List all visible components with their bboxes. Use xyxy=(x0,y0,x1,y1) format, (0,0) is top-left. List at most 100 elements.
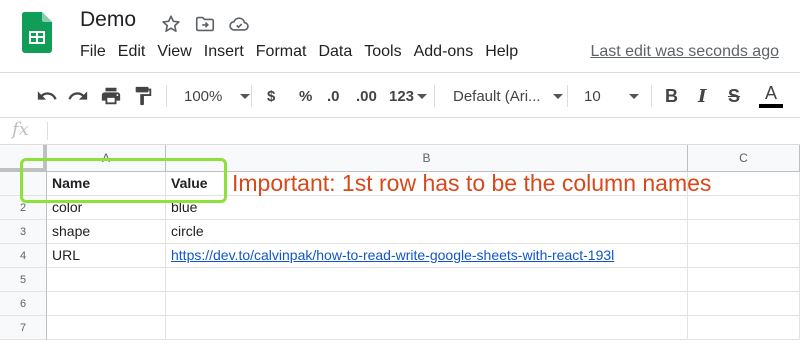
column-header-a[interactable]: A xyxy=(47,145,166,172)
row-header-5[interactable]: 5 xyxy=(0,268,47,292)
row-header-4[interactable]: 4 xyxy=(0,244,47,268)
undo-icon xyxy=(37,91,57,100)
text-color-icon: A xyxy=(764,83,777,103)
select-all-corner[interactable] xyxy=(0,145,47,172)
decrease-decimal-button[interactable]: .0 xyxy=(327,83,340,109)
more-formats-select[interactable]: 123 xyxy=(389,83,428,109)
font-family-value: Default (Ari... xyxy=(453,87,541,105)
menu-tools[interactable]: Tools xyxy=(364,43,401,61)
star-icon[interactable] xyxy=(160,13,182,35)
document-title[interactable]: Demo xyxy=(80,8,136,32)
table-row xyxy=(47,268,800,292)
cell-c3[interactable] xyxy=(688,220,800,243)
undo-button[interactable] xyxy=(36,83,58,109)
zoom-value: 100% xyxy=(184,87,223,105)
font-size-value: 10 xyxy=(584,87,601,105)
percent-icon: % xyxy=(299,87,313,105)
column-header-b[interactable]: B xyxy=(166,145,688,172)
chevron-down-icon xyxy=(240,93,251,99)
cell-a2[interactable]: color xyxy=(47,196,166,219)
menu-edit[interactable]: Edit xyxy=(118,43,146,61)
cell-a1[interactable]: Name xyxy=(47,172,166,195)
bold-button[interactable]: B xyxy=(665,83,678,109)
strikethrough-button[interactable]: S xyxy=(728,83,740,109)
toolbar-divider xyxy=(434,85,435,107)
menu-file[interactable]: File xyxy=(80,43,106,61)
column-header-c[interactable]: C xyxy=(688,145,800,172)
toolbar-divider xyxy=(166,85,167,107)
toolbar-divider xyxy=(567,85,568,107)
menu-addons[interactable]: Add-ons xyxy=(414,43,474,61)
cell-c7[interactable] xyxy=(688,316,800,339)
increase-decimal-icon: .00 xyxy=(356,87,377,105)
toolbar-divider xyxy=(651,85,652,107)
chevron-down-icon xyxy=(628,93,639,99)
cell-c6[interactable] xyxy=(688,292,800,315)
menu-view[interactable]: View xyxy=(157,43,191,61)
table-row: color blue xyxy=(47,196,800,220)
format-currency-button[interactable]: $ xyxy=(267,83,275,109)
table-row: URL https://dev.to/calvinpak/how-to-read… xyxy=(47,244,800,268)
format-percent-button[interactable]: % xyxy=(299,83,312,109)
cell-a3[interactable]: shape xyxy=(47,220,166,243)
row-header-7[interactable]: 7 xyxy=(0,316,47,340)
bold-icon: B xyxy=(665,85,678,106)
cell-b2[interactable]: blue xyxy=(166,196,688,219)
chevron-down-icon xyxy=(417,93,428,99)
chevron-down-icon xyxy=(552,93,563,99)
print-icon xyxy=(101,87,121,105)
print-button[interactable] xyxy=(100,83,122,109)
cell-b6[interactable] xyxy=(166,292,688,315)
menu-data[interactable]: Data xyxy=(318,43,352,61)
cell-a4[interactable]: URL xyxy=(47,244,166,267)
cell-a7[interactable] xyxy=(47,316,166,339)
toolbar-divider xyxy=(251,85,252,107)
toolbar: 100% $ % .0 .00 123 Default (Ari... 10 B… xyxy=(0,72,800,118)
formula-input[interactable] xyxy=(56,121,776,141)
italic-icon: I xyxy=(698,85,707,107)
redo-button[interactable] xyxy=(67,83,89,109)
cell-b5[interactable] xyxy=(166,268,688,291)
fx-icon: fx xyxy=(12,119,29,140)
cell-b7[interactable] xyxy=(166,316,688,339)
row-header-6[interactable]: 6 xyxy=(0,292,47,316)
zoom-select[interactable]: 100% xyxy=(184,83,251,109)
formula-divider xyxy=(47,122,48,140)
menu-insert[interactable]: Insert xyxy=(204,43,244,61)
annotation-note: Important: 1st row has to be the column … xyxy=(232,170,712,196)
cell-a5[interactable] xyxy=(47,268,166,291)
menu-help[interactable]: Help xyxy=(485,43,518,61)
redo-icon xyxy=(68,91,88,100)
google-sheets-logo-icon[interactable] xyxy=(22,12,52,53)
text-color-button[interactable]: A xyxy=(759,83,783,109)
table-row xyxy=(47,292,800,316)
move-to-folder-icon[interactable] xyxy=(194,13,216,35)
cell-c5[interactable] xyxy=(688,268,800,291)
table-row xyxy=(47,316,800,340)
formula-bar: fx xyxy=(0,118,800,145)
row-header-1[interactable] xyxy=(0,172,47,196)
cell-c4[interactable] xyxy=(688,244,800,267)
table-row: shape circle xyxy=(47,220,800,244)
text-color-swatch xyxy=(759,104,783,108)
cloud-saved-icon[interactable] xyxy=(228,13,250,35)
row-header-2[interactable]: 2 xyxy=(0,196,47,220)
paint-format-icon xyxy=(135,86,152,106)
cell-b3[interactable]: circle xyxy=(166,220,688,243)
paint-format-button[interactable] xyxy=(132,83,154,109)
increase-decimal-button[interactable]: .00 xyxy=(356,83,377,109)
cell-a6[interactable] xyxy=(47,292,166,315)
cell-b4-link[interactable]: https://dev.to/calvinpak/how-to-read-wri… xyxy=(166,244,688,267)
font-size-select[interactable]: 10 xyxy=(584,83,639,109)
strikethrough-icon: S xyxy=(728,85,741,106)
font-family-select[interactable]: Default (Ari... xyxy=(453,83,563,109)
last-edit-link[interactable]: Last edit was seconds ago xyxy=(590,43,779,61)
menu-bar: File Edit View Insert Format Data Tools … xyxy=(80,43,530,61)
cell-c2[interactable] xyxy=(688,196,800,219)
more-formats-label: 123 xyxy=(389,87,415,105)
italic-button[interactable]: I xyxy=(698,83,706,109)
menu-format[interactable]: Format xyxy=(256,43,307,61)
decrease-decimal-icon: .0 xyxy=(327,87,340,105)
currency-icon: $ xyxy=(267,87,276,105)
row-header-3[interactable]: 3 xyxy=(0,220,47,244)
